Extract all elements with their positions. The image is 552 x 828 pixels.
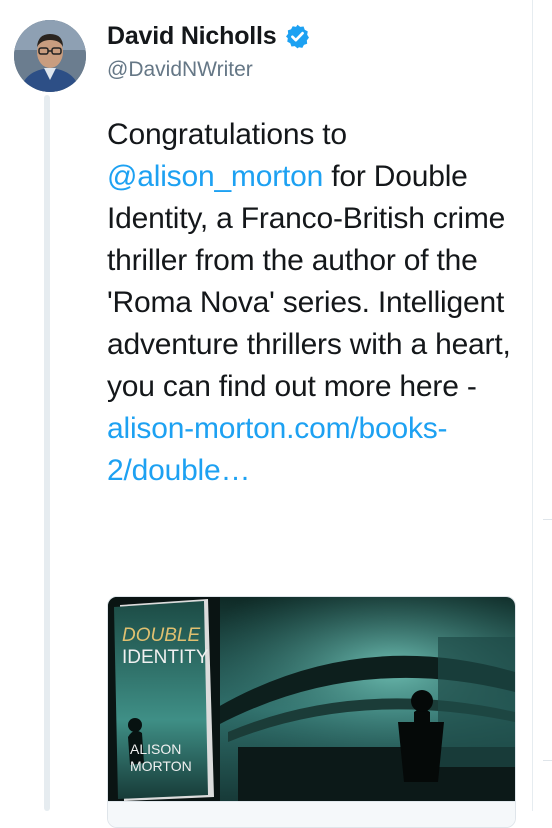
book-author-line2: MORTON [130, 758, 192, 774]
divider-tick [543, 519, 552, 520]
author-display-name[interactable]: David Nicholls [107, 22, 277, 51]
mention-link[interactable]: @alison_morton [107, 160, 323, 193]
thread-line [44, 95, 50, 811]
column-divider [532, 0, 533, 811]
tweet-text: Congratulations to @alison_morton for Do… [107, 114, 527, 492]
book-title-line1: DOUBLE [122, 625, 200, 646]
book-title-line2: IDENTITY [122, 647, 209, 668]
avatar-photo-icon [14, 20, 86, 92]
book-author-line1: ALISON [130, 741, 181, 757]
link-preview-card[interactable]: DOUBLE IDENTITY ALISON MORTON [107, 596, 516, 828]
divider-tick [543, 760, 552, 761]
author-handle[interactable]: @DavidNWriter [107, 58, 253, 82]
card-footer [108, 801, 515, 827]
tweet-text-part: for Double Identity, a Franco-British cr… [107, 160, 511, 403]
card-image: DOUBLE IDENTITY ALISON MORTON [108, 597, 515, 801]
avatar[interactable] [14, 20, 86, 92]
tweet-text-part: Congratulations to [107, 118, 347, 151]
verified-badge-icon [286, 24, 310, 49]
author-name-row: David Nicholls [107, 22, 311, 51]
url-link[interactable]: alison-morton.com/books-2/double… [107, 412, 448, 487]
